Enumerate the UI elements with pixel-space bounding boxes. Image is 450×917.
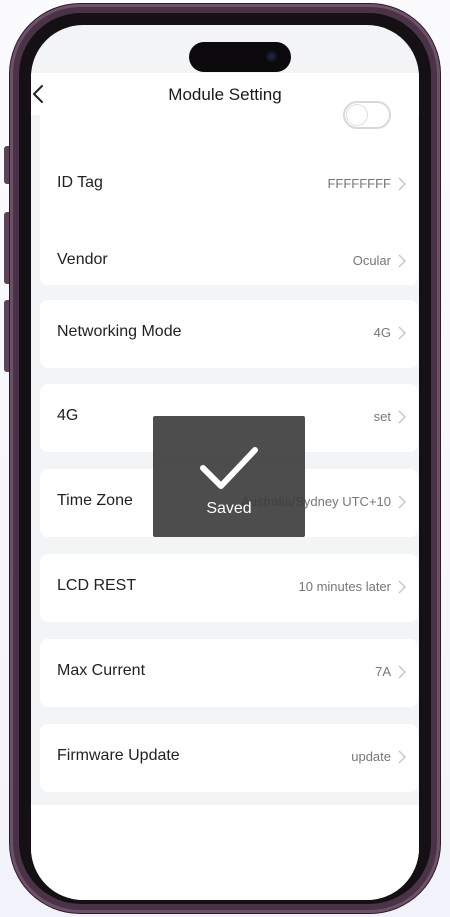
row-label: Time Zone [57, 492, 133, 509]
camera-icon [266, 51, 277, 62]
saved-toast: Saved [153, 416, 305, 537]
app-stage: Module Setting ID Tag FFFFFFFF Vendor Oc… [0, 0, 450, 917]
row-label: LCD REST [57, 577, 137, 594]
row-label: 4G [57, 407, 79, 424]
toast-text: Saved [206, 500, 252, 517]
toggle-switch[interactable] [343, 101, 391, 129]
row-id-tag[interactable]: ID Tag FFFFFFFF [40, 163, 418, 203]
settings-card-lcd-rest: LCD REST 10 minutes later [40, 554, 418, 622]
chevron-right-icon [398, 750, 406, 764]
row-value: Ocular [352, 253, 391, 268]
row-max-current[interactable]: Max Current 7A [40, 651, 418, 691]
settings-card-max-current: Max Current 7A [40, 639, 418, 707]
row-value: 4G [373, 325, 391, 340]
settings-card-networking: Networking Mode 4G [40, 300, 418, 368]
chevron-right-icon [398, 665, 406, 679]
chevron-right-icon [398, 177, 406, 191]
chevron-right-icon [398, 495, 406, 509]
row-value: 10 minutes later [298, 579, 392, 594]
row-label: ID Tag [57, 174, 103, 191]
row-value: FFFFFFFF [327, 176, 391, 191]
row-networking-mode[interactable]: Networking Mode 4G [40, 312, 418, 352]
settings-card-firmware: Firmware Update update [40, 724, 418, 792]
row-label: Max Current [57, 662, 146, 679]
row-value: set [373, 409, 391, 424]
row-label: Vendor [57, 251, 108, 268]
row-lcd-rest[interactable]: LCD REST 10 minutes later [40, 566, 418, 606]
checkmark-icon [200, 447, 258, 489]
settings-card-module: ID Tag FFFFFFFF Vendor Ocular [40, 101, 418, 285]
chevron-right-icon [398, 326, 406, 340]
toggle-knob [347, 105, 367, 125]
row-label: Firmware Update [57, 747, 180, 764]
chevron-right-icon [398, 410, 406, 424]
row-label: Networking Mode [57, 323, 182, 340]
row-value: 7A [375, 664, 391, 679]
phone-screen: Module Setting ID Tag FFFFFFFF Vendor Oc… [31, 25, 419, 900]
row-firmware-update[interactable]: Firmware Update update [40, 736, 418, 776]
chevron-right-icon [398, 254, 406, 268]
row-vendor[interactable]: Vendor Ocular [40, 240, 418, 280]
chevron-right-icon [398, 580, 406, 594]
row-value: update [351, 749, 391, 764]
dynamic-island [189, 42, 291, 72]
bottom-area [31, 805, 419, 900]
